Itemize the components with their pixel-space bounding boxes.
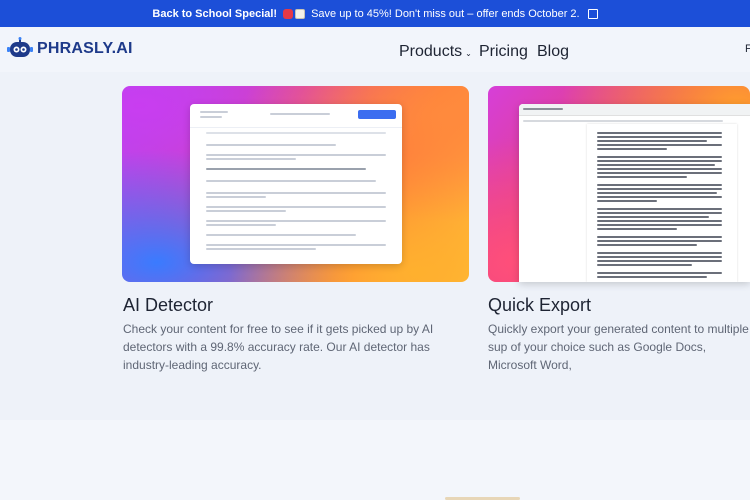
feature-desc-ai-detector: Check your content for free to see if it…: [123, 322, 434, 372]
doc-preview-header: [190, 104, 402, 128]
nav-products-label: Products: [399, 43, 463, 60]
promo-banner[interactable]: Back to School Special! Save up to 45%! …: [0, 0, 750, 27]
google-docs-preview: [519, 104, 750, 282]
nav-blog[interactable]: Blog: [537, 43, 569, 61]
logo[interactable]: PHRASLY.AI: [7, 37, 133, 61]
nav-pricing[interactable]: Pricing: [479, 43, 528, 61]
school-bag-icon: [283, 8, 294, 19]
promo-title: Back to School Special!: [152, 7, 278, 20]
lower-section: [0, 420, 750, 500]
nav-edge-item[interactable]: F: [745, 43, 750, 55]
chevron-down-icon: ⌄: [465, 49, 472, 58]
top-nav: PHRASLY.AI Products ⌄ Pricing Blog F: [0, 27, 750, 72]
humanize-button-preview: [358, 110, 396, 119]
gdoc-page: [587, 124, 737, 282]
nav-products[interactable]: Products ⌄: [399, 43, 472, 61]
promo-emojis: [283, 8, 306, 19]
notebook-icon: [295, 8, 306, 19]
feature-desc-quick-export: Quickly export your generated content to…: [488, 322, 749, 372]
feature-title-ai-detector: AI Detector: [123, 295, 214, 315]
gdoc-toolbar: [519, 104, 750, 116]
feature-title-quick-export: Quick Export: [488, 295, 592, 315]
robot-logo-icon: [7, 37, 33, 57]
ai-detector-doc-preview: [190, 104, 402, 264]
external-link-icon[interactable]: [587, 8, 598, 19]
logo-text: PHRASLY.AI: [37, 40, 133, 57]
promo-message: Save up to 45%! Don't miss out – offer e…: [311, 7, 580, 20]
